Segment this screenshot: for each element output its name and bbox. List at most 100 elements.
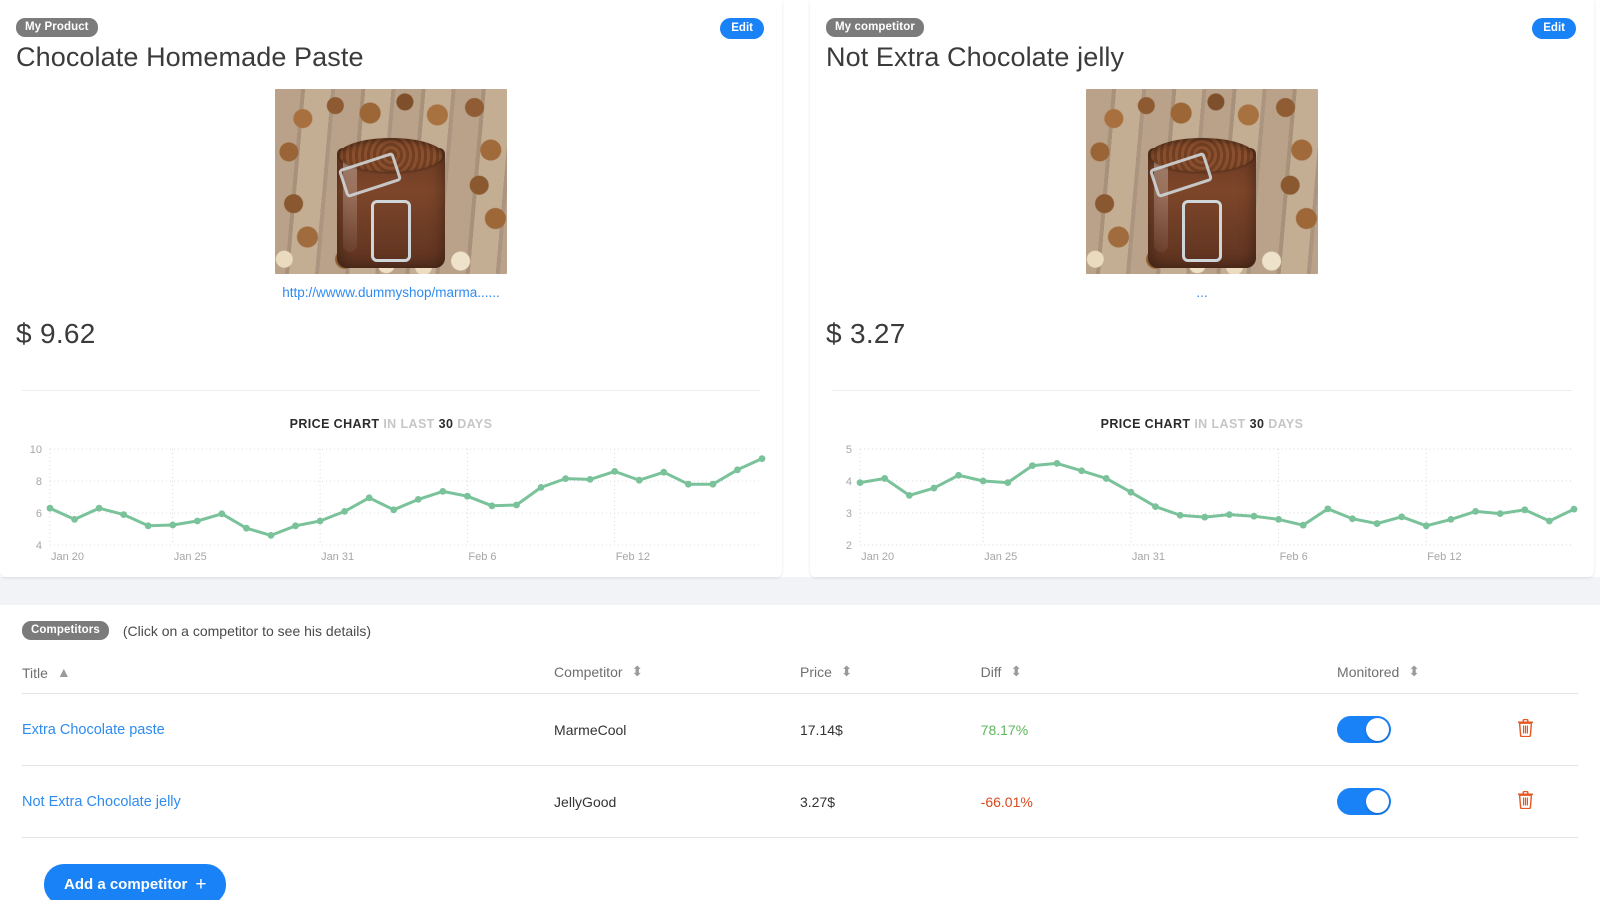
data-point [1102,475,1110,483]
competitor-product-title: Not Extra Chocolate jelly [826,42,1125,73]
competitor-photo [1086,89,1318,275]
competitor-url-link[interactable]: ... [826,285,1578,300]
data-point [1299,522,1307,529]
delete-icon[interactable] [1517,719,1533,740]
chart-title-part2: IN LAST [383,417,435,432]
competitor-title-link[interactable]: Not Extra Chocolate jelly [22,794,181,810]
product-photo [275,89,507,275]
data-point [537,484,545,492]
column-label-competitor: Competitor [554,664,623,681]
sort-asc-icon[interactable]: ▲ [57,664,71,680]
edit-competitor-button[interactable]: Edit [1532,18,1576,39]
table-row[interactable]: Not Extra Chocolate jelly JellyGood 3.27$ -… [22,765,1578,839]
cell-price: 17.14$ [799,693,981,767]
data-point [1472,508,1479,516]
competitors-badge: Competitors [22,621,109,641]
price-chart-right: 2 3 4 5 Jan 20 Jan 25 Jan 31 Feb 6 Feb 12 [826,441,1578,571]
sort-both-icon[interactable]: ⬍ [1408,663,1420,680]
my-competitor-badge: My competitor [826,18,924,38]
add-competitor-button[interactable]: Add a competitor + [44,864,227,900]
cell-competitor: JellyGood [554,765,800,839]
monitored-toggle[interactable] [1337,716,1392,744]
y-axis-tick-label: 4 [36,540,42,552]
data-point [1373,520,1381,528]
my-product-price: $ 9.62 [16,318,96,350]
chart-title-part2: IN LAST [1194,417,1246,432]
data-point [292,522,299,530]
y-axis-tick-label: 3 [846,508,852,520]
data-point [1422,522,1430,530]
data-point [414,496,422,504]
data-point [1349,515,1356,523]
column-header-price[interactable]: Price ⬍ [799,663,981,695]
data-point [1398,513,1406,521]
monitored-toggle[interactable] [1337,788,1392,816]
cell-monitored [1337,693,1518,767]
cell-diff: 78.17% [980,693,1338,767]
my-product-title: Chocolate Homemade Paste [16,42,364,73]
cell-price: 3.27$ [799,765,981,839]
table-row[interactable]: Extra Chocolate paste MarmeCool 17.14$ 78.1… [22,693,1578,767]
column-header-title[interactable]: Title ▲ [22,664,555,695]
data-point [635,477,643,484]
data-point [586,476,594,484]
sort-both-icon[interactable]: ⬍ [631,663,643,680]
data-point [218,510,226,518]
cell-diff: -66.01% [980,765,1338,839]
data-point [660,469,668,476]
competitors-table-head: Title ▲ Competitor ⬍ Price ⬍ Diff ⬍ Moni… [22,663,1578,695]
column-header-competitor[interactable]: Competitor ⬍ [554,663,800,695]
delete-icon[interactable] [1517,791,1533,812]
chart-title-part4: DAYS [457,417,493,432]
cell-title: Not Extra Chocolate jelly [22,765,555,839]
my-product-badge: My Product [16,18,98,38]
diff-value: 78.17% [980,721,1029,738]
data-point [1225,511,1233,519]
cell-monitored [1337,765,1518,839]
data-point [193,517,201,525]
x-axis-tick-label: Feb 6 [1280,551,1308,563]
sort-both-icon[interactable]: ⬍ [1010,663,1022,680]
data-point [1078,467,1086,475]
y-axis-tick-label: 6 [36,508,42,520]
column-label-price: Price [799,664,832,681]
add-competitor-label: Add a competitor [64,876,188,894]
data-point [1570,506,1578,513]
cell-title: Extra Chocolate paste [22,693,555,767]
column-header-diff[interactable]: Diff ⬍ [980,663,1338,695]
column-label-title: Title [22,664,48,681]
card-divider [22,390,760,392]
data-point [709,481,717,488]
data-point [144,522,152,530]
price-line [858,462,1576,528]
data-point [930,485,938,492]
x-axis-tick-label: Jan 20 [51,551,84,563]
data-point [46,505,54,512]
data-point [734,466,741,474]
data-point [1201,514,1209,521]
column-header-monitored[interactable]: Monitored ⬍ [1337,663,1518,695]
x-axis-tick-label: Jan 25 [984,551,1017,563]
x-axis-tick-label: Feb 12 [1427,551,1461,563]
edit-my-product-button[interactable]: Edit [720,18,764,39]
data-point [390,506,398,514]
data-point [1521,506,1529,514]
data-point [120,511,128,519]
jar-clasp [1182,200,1222,263]
data-point [1447,516,1455,524]
jar-clasp [371,200,411,263]
data-point [1053,460,1061,468]
competitor-title-link[interactable]: Extra Chocolate paste [22,722,165,738]
price-line [48,457,764,538]
my-product-url-link[interactable]: http://wwww.dummyshop/marma...... [16,285,766,300]
product-comparison-band: My Product Edit Chocolate Homemade Paste… [0,0,1600,577]
y-axis-tick-label: 8 [36,476,42,488]
y-axis-tick-label: 2 [846,540,852,552]
chart-title-part4: DAYS [1268,417,1304,432]
my-product-card: My Product Edit Chocolate Homemade Paste… [0,0,782,577]
data-point [562,475,569,483]
data-point [758,455,766,463]
sort-both-icon[interactable]: ⬍ [841,663,853,680]
data-point [488,502,496,510]
app-root: My Product Edit Chocolate Homemade Paste… [0,0,1600,900]
